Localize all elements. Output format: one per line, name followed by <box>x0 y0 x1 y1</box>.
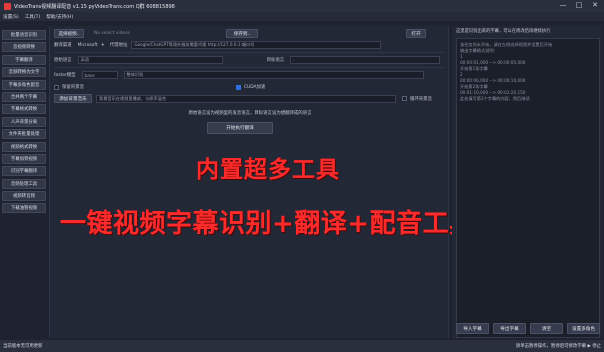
source-lang-select[interactable]: 英语 <box>77 56 223 64</box>
translate-channel-label: 翻译渠道 <box>54 43 72 48</box>
sidebar-item[interactable]: 视频转音频 <box>2 191 46 202</box>
clear-subtitle-button[interactable]: 清空 <box>530 323 563 334</box>
subtitle-editor[interactable]: 该任务尚未开始，请在左侧选择视频并设置后开始 输出字幕格式说明： 1 00:00… <box>456 38 600 338</box>
title-bar: VideoTrans视频翻译配音 v1.15 pyVideoTrans.com … <box>0 0 604 12</box>
keep-background-label: 保留背景音 <box>62 85 84 90</box>
export-subtitle-button[interactable]: 导出字幕 <box>493 323 526 334</box>
cuda-checkbox[interactable] <box>235 84 241 90</box>
notice-text: 原始语言设为视频里的发音语言，目标语言设为想翻译成的语言 <box>188 111 312 116</box>
model-size-select[interactable]: base <box>81 71 118 79</box>
proxy-label: 代理地址 <box>109 43 128 48</box>
status-right: 请单击暂停操作，暂停后可修改字幕 ▶ 停止 <box>515 344 601 349</box>
maximize-button[interactable]: □ <box>572 1 586 10</box>
sidebar-item[interactable]: 字幕翻译 <box>2 54 46 65</box>
menu-settings[interactable]: 设置(S) <box>3 14 19 20</box>
promo-subtitle: 一键视频字幕识别+翻译+配音工具 <box>60 209 476 239</box>
sidebar-item[interactable]: 视频格式转换 <box>2 141 46 152</box>
sidebar-item[interactable]: 字幕加到视频 <box>2 153 46 164</box>
sidebar-item[interactable]: 识别字幕翻译 <box>2 166 46 177</box>
tools-sidebar: 批量语音识别 音视频转换 字幕翻译 音频转换为文字 字幕多角色配音 合并两个字幕… <box>2 30 46 216</box>
open-folder-button[interactable]: 打开 <box>406 29 427 38</box>
sidebar-item[interactable]: 人声背景分离 <box>2 116 46 127</box>
set-multi-role-button[interactable]: 设置多角色 <box>567 323 600 334</box>
menu-help[interactable]: 帮助/支持(H) <box>46 14 73 20</box>
recognition-model-label[interactable]: faster模型 <box>54 72 76 78</box>
target-lang-label: 目标语言 <box>266 58 285 63</box>
app-logo-icon <box>4 2 11 10</box>
cuda-label: CUDA加速 <box>243 85 266 90</box>
subtitle-hint: 这里是识别出来的字幕，可以在修改后再继续执行 <box>456 29 551 34</box>
translate-channel-select[interactable]: Microsoft <box>78 43 98 48</box>
import-subtitle-button[interactable]: 导入字幕 <box>456 323 489 334</box>
divider <box>54 67 444 68</box>
subtitle-line: 此处填写第2个字幕的内容，然后继续 <box>460 96 530 101</box>
status-left: 当前版本无可用更新 <box>3 344 43 349</box>
target-lang-select[interactable]: - <box>290 56 441 64</box>
recognition-mode-select[interactable]: 整体识别 <box>123 71 424 79</box>
chevron-down-icon[interactable]: ▾ <box>102 43 104 48</box>
sidebar-item[interactable]: 字幕格式转换 <box>2 104 46 115</box>
sidebar-item[interactable]: 合并两个字幕 <box>2 91 46 102</box>
background-music-input[interactable]: 背景音乐在视频里播放，与原声混合 <box>96 94 396 103</box>
sidebar-item[interactable]: 音频处理工具 <box>2 178 46 189</box>
menu-bar: 设置(S) 工具(T) 帮助/支持(H) <box>0 12 604 21</box>
divider <box>54 52 444 53</box>
start-translate-button[interactable]: 开始执行翻译 <box>207 122 273 134</box>
select-video-button[interactable]: 选择视频.. <box>54 29 84 38</box>
window-title: VideoTrans视频翻译配音 v1.15 pyVideoTrans.com … <box>14 3 175 10</box>
source-lang-label: 原始语言 <box>54 58 72 63</box>
save-to-button[interactable]: 保存到.. <box>226 29 259 38</box>
loop-background-checkbox[interactable] <box>402 96 407 101</box>
keep-background-checkbox[interactable] <box>54 84 59 90</box>
close-button[interactable]: ✕ <box>588 1 602 10</box>
proxy-input[interactable]: Google/ChatGPT等境外服务需要代理 http://127.0.0.1… <box>131 41 382 49</box>
sidebar-item[interactable]: 下载油管视频 <box>2 203 46 214</box>
promo-title: 内置超多工具 <box>196 157 340 183</box>
status-bar: 当前版本无可用更新 请单击暂停操作，暂停后可修改字幕 ▶ 停止 <box>0 340 604 352</box>
sidebar-item[interactable]: 音频转换为文字 <box>2 67 46 78</box>
subtitle-panel: 这里是识别出来的字幕，可以在修改后再继续执行 该任务尚未开始，请在左侧选择视频并… <box>452 26 602 338</box>
sidebar-item[interactable]: 批量语音识别 <box>2 30 46 40</box>
sidebar-item[interactable]: 字幕多角色配音 <box>2 79 46 90</box>
loop-background-label: 循环背景音 <box>410 96 432 102</box>
sidebar-item[interactable]: 音视频转换 <box>2 42 46 53</box>
minimize-button[interactable]: — <box>556 1 570 10</box>
sidebar-item[interactable]: 文件夹批量处理 <box>2 129 46 140</box>
add-background-music-button[interactable]: 添加背景音乐 <box>54 94 92 103</box>
no-video-label: No select videos <box>94 31 131 36</box>
menu-tools[interactable]: 工具(T) <box>25 14 41 20</box>
